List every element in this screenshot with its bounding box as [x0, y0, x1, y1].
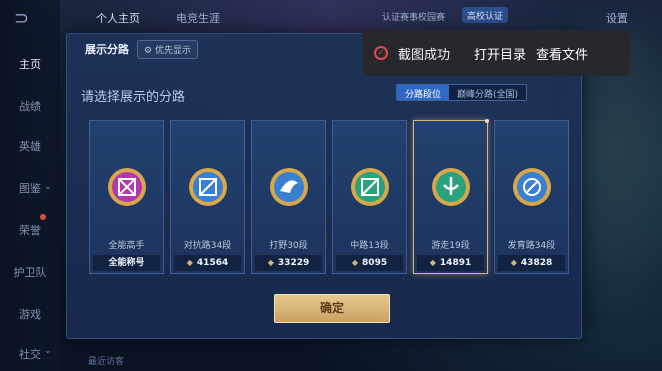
- route-card-name: 游走19段: [431, 241, 470, 251]
- screenshot-toast: ✓ 截图成功 打开目录 查看文件: [362, 30, 630, 76]
- panel-prompt: 请选择展示的分路: [81, 90, 186, 105]
- toast-message: 截图成功: [398, 47, 451, 63]
- route-card-stat-value: 8095: [362, 258, 388, 268]
- top-nav: 个人主页 电竞生涯 认证赛事校园赛 高校认证 设置: [60, 0, 662, 34]
- route-card-name: 全能高手: [108, 241, 145, 251]
- sidebar-item-heroes[interactable]: 英雄: [0, 138, 60, 154]
- selected-marker: [485, 119, 489, 123]
- recent-visitors-label: 最近访客: [88, 357, 125, 367]
- priority-display-label: 优先显示: [154, 45, 191, 56]
- sidebar-item-honor[interactable]: 荣誉: [0, 222, 60, 238]
- sidebar-item-record[interactable]: 战绩: [0, 98, 60, 114]
- all-round-badge-icon: [106, 165, 148, 209]
- tab-profile[interactable]: 个人主页: [96, 10, 140, 26]
- app-logo-icon: ⊃: [14, 8, 30, 29]
- jungle-badge-icon: [268, 165, 310, 209]
- notification-dot: [40, 214, 46, 220]
- mid-lane-badge-icon: [349, 165, 391, 209]
- gem-icon: ◆: [351, 258, 359, 267]
- route-card-stat: 全能称号: [93, 255, 160, 271]
- sidebar-item-games[interactable]: 游戏: [0, 306, 60, 322]
- route-card-stat-value: 43828: [520, 258, 553, 268]
- route-card-bottom[interactable]: 发育路34段 ◆ 43828: [494, 120, 569, 274]
- school-auth-button[interactable]: 高校认证: [462, 7, 509, 23]
- route-card-stat-value: 33229: [277, 258, 310, 268]
- route-card-stat-value: 41564: [196, 258, 229, 268]
- route-card-mid[interactable]: 中路13段 ◆ 8095: [332, 120, 407, 274]
- route-card-all[interactable]: 全能高手 全能称号: [89, 120, 164, 274]
- sidebar-item-guard[interactable]: 护卫队: [0, 264, 60, 280]
- gem-icon: ◆: [429, 258, 436, 267]
- bottom-lane-badge-icon: [511, 165, 553, 209]
- top-lane-badge-icon: [187, 165, 229, 209]
- sidebar-item-home[interactable]: 主页: [0, 56, 60, 72]
- route-card-name: 中路13段: [350, 241, 389, 251]
- tab-esports[interactable]: 电竞生涯: [176, 10, 220, 26]
- panel-title: 展示分路: [85, 43, 129, 56]
- route-card-name: 对抗路34段: [183, 241, 232, 251]
- route-card-name: 打野30段: [269, 241, 308, 251]
- tab-route-rank[interactable]: 分路段位: [396, 85, 449, 100]
- open-folder-link[interactable]: 打开目录: [474, 44, 526, 63]
- route-card-stat-value: 14891: [439, 258, 472, 268]
- route-mode-toggle: 分路段位 巅峰分路(全国): [395, 84, 527, 101]
- route-select-panel: 展示分路 ⚙ 优先显示 请选择展示的分路 分路段位 巅峰分路(全国) 全能高手 …: [66, 33, 582, 339]
- gem-icon: ◆: [186, 258, 193, 267]
- view-file-link[interactable]: 查看文件: [536, 44, 588, 63]
- priority-display-button[interactable]: ⚙ 优先显示: [137, 39, 198, 59]
- route-card-support[interactable]: 游走19段 ◆ 14891: [413, 119, 489, 274]
- gem-icon: ◆: [510, 258, 517, 267]
- chevron-down-icon: ⌄: [44, 182, 52, 192]
- chevron-down-icon: ⌄: [44, 346, 52, 356]
- confirm-button[interactable]: 确定: [274, 294, 390, 323]
- gear-icon: ⚙: [144, 45, 153, 56]
- route-card-jungle[interactable]: 打野30段 ◆ 33229: [251, 120, 326, 274]
- check-circle-icon: ✓: [374, 46, 388, 60]
- route-card-name: 发育路34段: [507, 241, 556, 251]
- route-card-stat: ◆ 41564: [174, 255, 241, 271]
- tab-peak-route[interactable]: 巅峰分路(全国): [448, 85, 526, 100]
- route-card-stat: ◆ 14891: [417, 255, 484, 271]
- bottom-bar: 最近访客: [60, 345, 662, 371]
- sidebar: ⊃ 主页 战绩 英雄 图鉴 ⌄ 荣誉 护卫队 游戏 社交 ⌄: [0, 0, 60, 371]
- settings-button[interactable]: 设置: [606, 10, 628, 26]
- panel-header: 展示分路 ⚙ 优先显示: [85, 38, 198, 60]
- route-card-stat: ◆ 43828: [498, 255, 565, 271]
- route-card-stat: ◆ 8095: [336, 255, 403, 271]
- route-card-stat: ◆ 33229: [255, 255, 322, 271]
- gem-icon: ◆: [267, 258, 274, 267]
- support-badge-icon: [430, 165, 472, 209]
- auth-link[interactable]: 认证赛事校园赛: [382, 10, 445, 23]
- route-card-top[interactable]: 对抗路34段 ◆ 41564: [170, 120, 245, 274]
